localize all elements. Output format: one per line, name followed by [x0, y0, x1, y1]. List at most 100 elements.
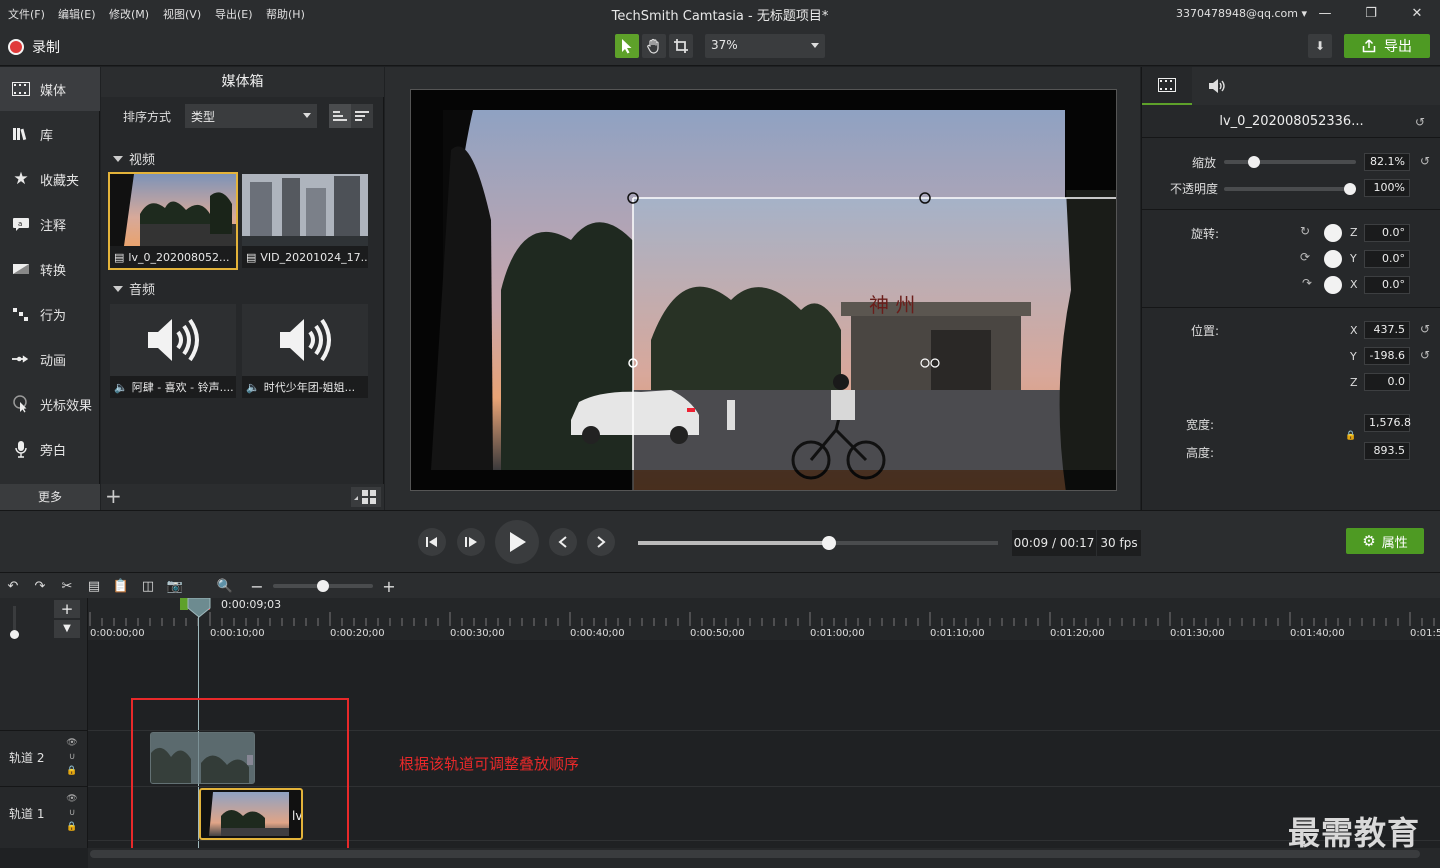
- tab-visual-properties[interactable]: [1142, 67, 1192, 105]
- step-forward-button[interactable]: [457, 528, 485, 556]
- menu-help[interactable]: 帮助(H): [266, 6, 305, 22]
- minimize-button[interactable]: —: [1310, 4, 1340, 24]
- select-tool-button[interactable]: [615, 34, 639, 58]
- timeline-zoom-knob[interactable]: [317, 580, 329, 592]
- tab-audio-properties[interactable]: [1192, 67, 1242, 105]
- nav-animations[interactable]: 动画: [0, 337, 100, 381]
- triangle-down-icon: [113, 155, 123, 162]
- video-canvas[interactable]: 神 州: [410, 89, 1117, 491]
- redo-icon[interactable]: ↷: [32, 578, 48, 594]
- cut-icon[interactable]: ✂: [59, 578, 75, 594]
- nav-voice-narration[interactable]: 旁白: [0, 427, 100, 471]
- camera-icon[interactable]: 📷: [167, 578, 183, 594]
- play-button[interactable]: [495, 520, 539, 564]
- nav-library[interactable]: 库: [0, 112, 100, 156]
- record-button[interactable]: 录制: [8, 36, 60, 58]
- sort-ascending-button[interactable]: [329, 104, 351, 128]
- reset-icon[interactable]: ↺: [1420, 322, 1430, 336]
- media-audio-thumb[interactable]: 🔈 阿肆 - 喜欢 - 铃声....: [110, 304, 236, 398]
- video-section-toggle[interactable]: 视频: [113, 149, 155, 168]
- scale-slider-knob[interactable]: [1248, 156, 1260, 168]
- position-x-field[interactable]: 437.5: [1364, 321, 1410, 339]
- menu-export[interactable]: 导出(E): [215, 6, 253, 22]
- collapse-tracks-button[interactable]: ▼: [54, 620, 80, 638]
- previous-marker-button[interactable]: [549, 528, 577, 556]
- properties-button[interactable]: ⚙ 属性: [1346, 528, 1424, 554]
- close-button[interactable]: ✕: [1402, 4, 1432, 24]
- account-menu[interactable]: 3370478948@qq.com ▾: [1176, 7, 1307, 20]
- magnet-icon[interactable]: ∪: [66, 808, 78, 820]
- rotation-z-dial[interactable]: [1324, 224, 1342, 242]
- time-ruler[interactable]: 0:00:00;00 0:00:10;00 0:00:20;00 0:00:30;00…: [88, 598, 1440, 640]
- rotation-y-field[interactable]: 0.0°: [1364, 250, 1410, 268]
- lock-icon[interactable]: 🔒: [1345, 431, 1356, 441]
- lock-icon[interactable]: 🔒: [66, 766, 78, 778]
- media-video-thumb[interactable]: ▤ VID_20201024_17...: [242, 174, 368, 268]
- download-button[interactable]: ⬇: [1308, 34, 1332, 58]
- position-y-field[interactable]: -198.6: [1364, 347, 1410, 365]
- rotation-x-dial[interactable]: [1324, 276, 1342, 294]
- height-field[interactable]: 893.5: [1364, 442, 1410, 460]
- media-video-thumb[interactable]: ▤ lv_0_202008052...: [108, 172, 238, 270]
- nav-favorites[interactable]: ★ 收藏夹: [0, 157, 100, 201]
- step-back-button[interactable]: [418, 528, 446, 556]
- opacity-slider-knob[interactable]: [1344, 183, 1356, 195]
- copy-icon[interactable]: ▤: [86, 578, 102, 594]
- position-z-field[interactable]: 0.0: [1364, 373, 1410, 391]
- export-button[interactable]: 导出: [1344, 34, 1430, 58]
- lock-icon[interactable]: 🔒: [66, 822, 78, 834]
- add-media-button[interactable]: +: [105, 486, 122, 506]
- playback-scrubber[interactable]: [638, 536, 998, 550]
- crop-tool-button[interactable]: [669, 34, 693, 58]
- grid-view-button[interactable]: [351, 487, 381, 507]
- opacity-field[interactable]: 100%: [1364, 179, 1410, 197]
- zoom-out-icon[interactable]: −: [249, 577, 265, 596]
- nav-transitions[interactable]: 转换: [0, 247, 100, 291]
- zoom-in-icon[interactable]: +: [381, 577, 397, 596]
- split-icon[interactable]: ◫: [140, 578, 156, 594]
- zoom-select[interactable]: 37%: [705, 34, 825, 58]
- menu-view[interactable]: 视图(V): [163, 6, 201, 22]
- reset-icon[interactable]: ↺: [1420, 154, 1430, 168]
- track-height-slider[interactable]: [8, 604, 22, 639]
- scrubber-knob[interactable]: [821, 536, 836, 550]
- add-track-button[interactable]: +: [54, 600, 80, 618]
- scale-field[interactable]: 82.1%: [1364, 153, 1410, 171]
- paste-icon[interactable]: 📋: [113, 578, 129, 594]
- next-marker-button[interactable]: [587, 528, 615, 556]
- scale-slider[interactable]: [1224, 156, 1356, 168]
- eye-icon[interactable]: 👁: [66, 738, 78, 750]
- menu-edit[interactable]: 编辑(E): [58, 6, 96, 22]
- undo-icon[interactable]: ↶: [5, 578, 21, 594]
- reset-icon[interactable]: ↺: [1415, 115, 1425, 129]
- scrollbar-thumb[interactable]: [90, 850, 1420, 858]
- sort-select[interactable]: 类型: [185, 104, 317, 128]
- rotation-z-field[interactable]: 0.0°: [1364, 224, 1410, 242]
- opacity-slider[interactable]: [1224, 183, 1356, 195]
- track-2-name[interactable]: 轨道 2: [9, 749, 44, 766]
- width-field[interactable]: 1,576.8: [1364, 414, 1411, 432]
- nav-media[interactable]: 媒体: [0, 67, 100, 111]
- nav-annotations[interactable]: a 注释: [0, 202, 100, 246]
- timeline-zoom-slider[interactable]: [273, 580, 373, 592]
- rotation-y-dial[interactable]: [1324, 250, 1342, 268]
- playhead-marker[interactable]: [187, 598, 211, 618]
- pan-tool-button[interactable]: [642, 34, 666, 58]
- sort-descending-button[interactable]: [351, 104, 373, 128]
- audio-section-toggle[interactable]: 音频: [113, 279, 155, 298]
- track-1-name[interactable]: 轨道 1: [9, 805, 44, 822]
- nav-behaviors[interactable]: 行为: [0, 292, 100, 336]
- maximize-button[interactable]: ❐: [1356, 4, 1386, 24]
- more-button[interactable]: 更多: [0, 484, 100, 510]
- rotation-x-field[interactable]: 0.0°: [1364, 276, 1410, 294]
- zoom-icon[interactable]: 🔍: [217, 578, 233, 594]
- eye-icon[interactable]: 👁: [66, 794, 78, 806]
- media-audio-thumb[interactable]: 🔈 时代少年团-姐姐...: [242, 304, 368, 398]
- film-icon: [12, 80, 30, 98]
- reset-icon[interactable]: ↺: [1420, 348, 1430, 362]
- timeline-scrollbar[interactable]: [88, 848, 1440, 868]
- menu-file[interactable]: 文件(F): [8, 6, 45, 22]
- menu-modify[interactable]: 修改(M): [109, 6, 149, 22]
- magnet-icon[interactable]: ∪: [66, 752, 78, 764]
- nav-cursor-effects[interactable]: 光标效果: [0, 382, 100, 426]
